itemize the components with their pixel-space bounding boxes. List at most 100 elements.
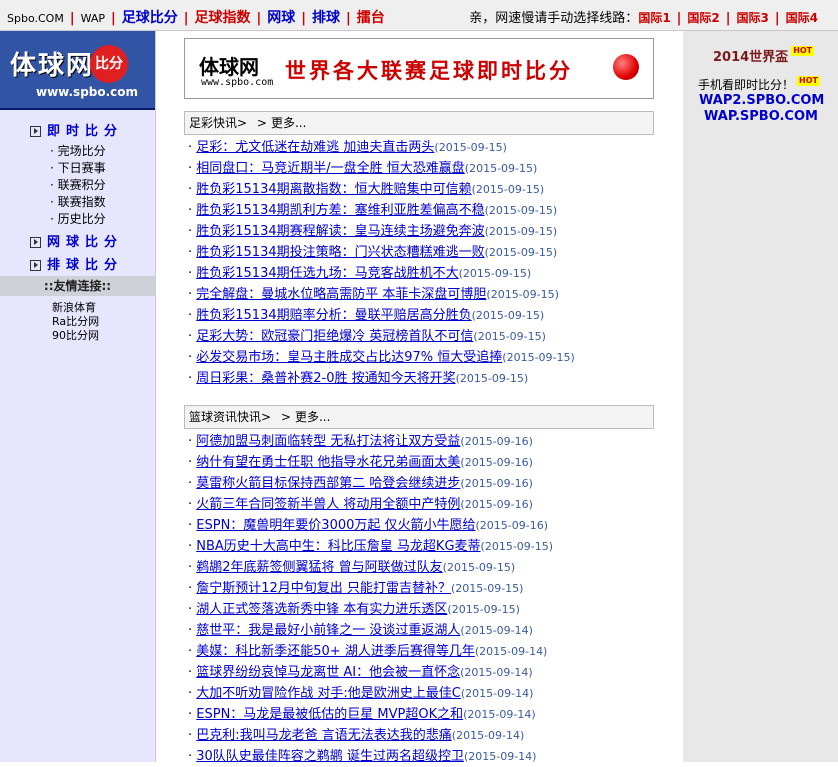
nav-football-odds[interactable]: 足球指数 xyxy=(195,10,251,26)
news-link[interactable]: 胜负彩15134期离散指数：恒大胜赔集中可信赖 xyxy=(196,182,471,197)
red-ball-icon xyxy=(613,54,639,80)
news-date: (2015-09-15) xyxy=(442,561,516,574)
news-link[interactable]: 周日彩果：桑普补赛2-0胜 按通知今天将开奖 xyxy=(196,371,455,386)
news-link[interactable]: 美媒：科比新季还能50+ 湖人进季后赛得等几年 xyxy=(196,644,475,659)
news-link[interactable]: 湖人正式签落选新秀中锋 本有实力进乐透区 xyxy=(196,602,447,617)
news-link[interactable]: 胜负彩15134期赛程解读：皇马连续主场避免奔波 xyxy=(196,224,484,239)
news-link[interactable]: ESPN：马龙是最被低估的巨星 MVP超OK之和 xyxy=(196,707,463,722)
news-link[interactable]: 鹈鹕2年底薪签侧翼猛将 曾与阿联做过队友 xyxy=(196,560,442,575)
friend-link-ra[interactable]: Ra比分网 xyxy=(52,315,99,328)
news-link[interactable]: 詹宁斯预计12月中旬复出 只能打雷吉替补？ xyxy=(196,581,451,596)
news-link[interactable]: NBA历史十大高中生：科比压詹皇 马龙超KG麦蒂 xyxy=(196,539,480,554)
news-link[interactable]: 足彩：尤文低迷在劫难逃 加迪夫直击两头 xyxy=(196,140,434,155)
friend-links-title: ::友情连接:: xyxy=(0,276,155,296)
news-date: (2015-09-14) xyxy=(451,729,525,742)
chevron-right-icon: > xyxy=(261,410,272,424)
nav-arena[interactable]: 擂台 xyxy=(357,10,385,26)
wap-mobile-link[interactable]: WAP.SPBO.COM xyxy=(704,109,818,124)
sidebar-subitem-standings[interactable]: · 联赛积分 xyxy=(50,177,155,194)
sidebar-item-live-score[interactable]: 即时比分 xyxy=(30,120,155,139)
news-item: · 30队队史最佳阵容之鹈鹕 诞生过两名超级控卫(2015-09-14) xyxy=(188,746,658,767)
news-date: (2015-09-16) xyxy=(460,498,533,511)
top-nav-left: Spbo.COM | WAP | 足球比分 | 足球指数 | 网球 | 排球 | 擂台 xyxy=(7,10,385,26)
news-item: · ESPN：魔兽明年要价3000万起 仅火箭小牛愿给(2015-09-16) xyxy=(188,515,658,536)
friend-link-90[interactable]: 90比分网 xyxy=(52,329,99,342)
news-date: (2015-09-15) xyxy=(471,183,545,196)
left-sidebar: 体球网 比分 www.spbo.com 即时比分 · 完场比分 · 下日赛事 ·… xyxy=(0,31,156,762)
news-link[interactable]: 慈世平：我是最好小前锋之一 没谈过重返湖人 xyxy=(196,623,460,638)
news-link[interactable]: 阿德加盟马刺面临转型 无私打法将让双方受益 xyxy=(196,434,460,449)
line-2-link[interactable]: 国际2 xyxy=(687,11,719,25)
sidebar-subitem-label: 完场比分 xyxy=(57,144,106,158)
news-item: · 足彩：尤文低迷在劫难逃 加迪夫直击两头(2015-09-15) xyxy=(188,137,658,158)
sidebar-item-label: 网球比分 xyxy=(47,235,124,250)
sidebar-item-volleyball-score[interactable]: 排球比分 xyxy=(30,254,155,273)
site-banner[interactable]: 体球网 www.spbo.com 世界各大联赛足球即时比分 xyxy=(184,38,654,99)
news-link[interactable]: 胜负彩15134期凯利方差：塞维利亚胜差偏高不稳 xyxy=(196,203,484,218)
site-logo[interactable]: 体球网 比分 www.spbo.com xyxy=(0,31,155,110)
news-link[interactable]: 完全解盘：曼城水位略高需防平 本菲卡深盘可博胆 xyxy=(196,287,486,302)
news-link[interactable]: 足彩大势：欧冠豪门拒绝爆冷 英冠榜首队不可信 xyxy=(196,329,473,344)
news-item: · 胜负彩15134期离散指数：恒大胜赔集中可信赖(2015-09-15) xyxy=(188,179,658,200)
news-item: · 胜负彩15134期任选九场：马竞客战胜机不大(2015-09-15) xyxy=(188,263,658,284)
sidebar-subitem-label: 联赛积分 xyxy=(57,178,106,192)
friend-links: 新浪体育 Ra比分网 90比分网 xyxy=(52,301,99,343)
nav-volleyball[interactable]: 排球 xyxy=(312,10,340,26)
news-date: (2015-09-15) xyxy=(484,204,558,217)
line-notice: 亲，网速慢请手动选择线路： xyxy=(469,11,639,26)
news-link[interactable]: 巴克利:我叫马龙老爸 言语无法表达我的悲痛 xyxy=(196,728,452,743)
news-item: · 阿德加盟马刺面临转型 无私打法将让双方受益(2015-09-16) xyxy=(188,431,658,452)
news-item: · 篮球界纷纷哀悼马龙离世 AI：他会被一直怀念(2015-09-14) xyxy=(188,662,658,683)
news-link[interactable]: 纳什有望在勇士任职 他指导水花兄弟画面太美 xyxy=(196,455,460,470)
news-link[interactable]: 相同盘口：马竞近期半/一盘全胜 恒大恐难赢盘 xyxy=(196,161,465,176)
news-date: (2015-09-14) xyxy=(460,624,533,637)
basketball-news-header: 篮球资讯快讯> > 更多... xyxy=(184,405,654,429)
news-item: · 湖人正式签落选新秀中锋 本有实力进乐透区(2015-09-15) xyxy=(188,599,658,620)
news-link[interactable]: 胜负彩15134期投注策略：门兴状态糟糕难逃一败 xyxy=(196,245,484,260)
news-date: (2015-09-14) xyxy=(463,708,536,721)
sidebar-subitem-history[interactable]: · 历史比分 xyxy=(50,211,155,228)
news-link[interactable]: 胜负彩15134期任选九场：马竞客战胜机不大 xyxy=(196,266,458,281)
news-item: · 詹宁斯预计12月中旬复出 只能打雷吉替补？(2015-09-15) xyxy=(188,578,658,599)
news-link[interactable]: 大加不听劝冒险作战 对手:他是欧洲史上最佳C xyxy=(196,686,461,701)
wap-link[interactable]: WAP xyxy=(81,12,105,25)
news-link[interactable]: 胜负彩15134期赔率分析：曼联平赔居高分胜负 xyxy=(196,308,471,323)
arrow-box-icon xyxy=(30,126,41,137)
news-link[interactable]: 火箭三年合同签新半兽人 将动用全额中产特例 xyxy=(196,497,460,512)
friend-link-sina[interactable]: 新浪体育 xyxy=(52,301,96,314)
worldcup-link[interactable]: 2014世界盃 HOT xyxy=(713,46,815,65)
news-link[interactable]: 篮球界纷纷哀悼马龙离世 AI：他会被一直怀念 xyxy=(196,665,460,680)
football-news-header: 足彩快讯> > 更多... xyxy=(184,111,654,135)
sidebar-subitem-next-day[interactable]: · 下日赛事 xyxy=(50,160,155,177)
mobile-notice: 手机看即时比分！ HOT xyxy=(698,76,820,93)
nav-football-score[interactable]: 足球比分 xyxy=(122,10,178,26)
nav-tennis[interactable]: 网球 xyxy=(267,10,295,26)
sidebar-subitem-label: 下日赛事 xyxy=(57,161,106,175)
news-link[interactable]: 必发交易市场：皇马主胜成交占比达97% 恒大受追捧 xyxy=(196,350,502,365)
basketball-more-link[interactable]: 更多... xyxy=(295,410,330,424)
right-sidebar: 2014世界盃 HOT 手机看即时比分！ HOT WAP2.SPBO.COM WAP… xyxy=(683,31,838,762)
line-4-link[interactable]: 国际4 xyxy=(786,11,818,25)
news-item: · NBA历史十大高中生：科比压詹皇 马龙超KG麦蒂(2015-09-15) xyxy=(188,536,658,557)
wap2-link[interactable]: WAP2.SPBO.COM xyxy=(699,93,824,108)
arrow-box-icon xyxy=(30,260,41,271)
sidebar-menu: 即时比分 · 完场比分 · 下日赛事 · 联赛积分 · 联赛指数 · 历史比分 … xyxy=(30,118,155,277)
news-link[interactable]: 莫雷称火箭目标保持西部第二 哈登会继续进步 xyxy=(196,476,460,491)
news-date: (2015-09-15) xyxy=(455,372,529,385)
news-item: · 莫雷称火箭目标保持西部第二 哈登会继续进步(2015-09-16) xyxy=(188,473,658,494)
news-link[interactable]: ESPN：魔兽明年要价3000万起 仅火箭小牛愿给 xyxy=(196,518,475,533)
sidebar-item-label: 排球比分 xyxy=(47,258,124,273)
hot-badge: HOT xyxy=(791,46,815,56)
news-date: (2015-09-15) xyxy=(447,603,520,616)
news-date: (2015-09-16) xyxy=(460,456,533,469)
top-nav-right: 亲，网速慢请手动选择线路：国际1 | 国际2 | 国际3 | 国际4 xyxy=(469,11,818,26)
line-1-link[interactable]: 国际1 xyxy=(638,11,670,25)
news-date: (2015-09-14) xyxy=(474,645,548,658)
sidebar-item-tennis-score[interactable]: 网球比分 xyxy=(30,231,155,250)
sidebar-subitem-finished[interactable]: · 完场比分 xyxy=(50,143,155,160)
news-item: · 火箭三年合同签新半兽人 将动用全额中产特例(2015-09-16) xyxy=(188,494,658,515)
sidebar-subitem-league-odds[interactable]: · 联赛指数 xyxy=(50,194,155,211)
site-home-link[interactable]: Spbo.COM xyxy=(7,12,64,25)
football-more-link[interactable]: 更多... xyxy=(271,116,306,130)
line-3-link[interactable]: 国际3 xyxy=(737,11,769,25)
